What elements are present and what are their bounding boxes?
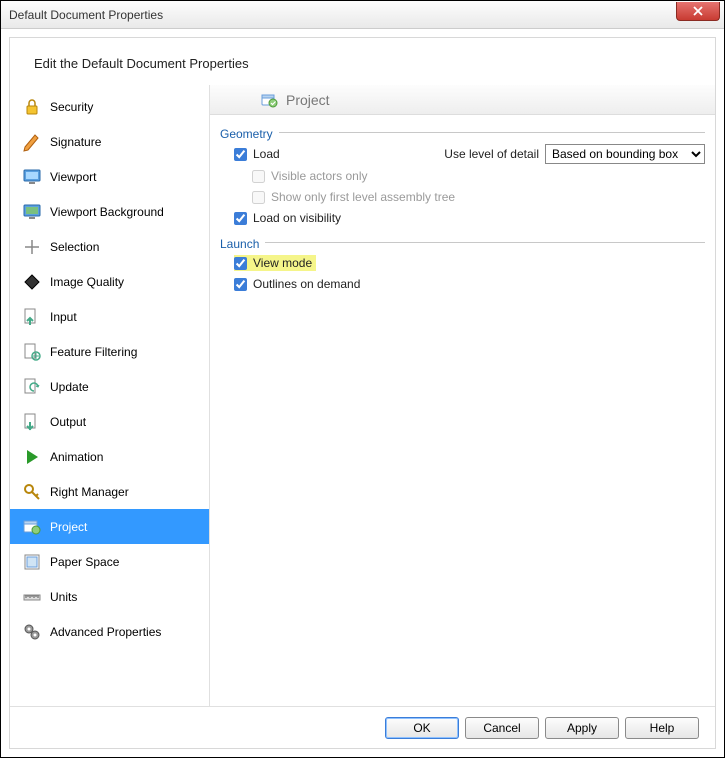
label-load-visibility: Load on visibility xyxy=(253,211,341,225)
sidebar-item-label: Viewport Background xyxy=(50,205,164,219)
sidebar-item-label: Output xyxy=(50,415,86,429)
close-icon xyxy=(693,6,703,16)
label-first-level: Show only first level assembly tree xyxy=(271,190,455,204)
ruler-icon xyxy=(22,587,42,607)
group-geometry: Geometry xyxy=(220,123,705,141)
apply-button[interactable]: Apply xyxy=(545,717,619,739)
pen-icon xyxy=(22,132,42,152)
ok-button[interactable]: OK xyxy=(385,717,459,739)
footer: OK Cancel Apply Help xyxy=(10,706,715,748)
project-icon xyxy=(22,517,42,537)
label-view-mode: View mode xyxy=(253,256,312,270)
checkbox-load-visibility[interactable] xyxy=(234,212,247,225)
sidebar-item-feature-filtering[interactable]: Feature Filtering xyxy=(10,334,209,369)
checkbox-outlines[interactable] xyxy=(234,278,247,291)
sidebar-item-label: Feature Filtering xyxy=(50,345,137,359)
play-icon xyxy=(22,447,42,467)
checkbox-view-mode[interactable] xyxy=(234,257,247,270)
sidebar-item-viewport-background[interactable]: Viewport Background xyxy=(10,194,209,229)
diamond-icon xyxy=(22,272,42,292)
cancel-button[interactable]: Cancel xyxy=(465,717,539,739)
sidebar-item-label: Security xyxy=(50,100,93,114)
sidebar-item-label: Units xyxy=(50,590,77,604)
sidebar-item-advanced-properties[interactable]: Advanced Properties xyxy=(10,614,209,649)
lock-icon xyxy=(22,97,42,117)
sidebar-item-units[interactable]: Units xyxy=(10,579,209,614)
checkbox-visible-only xyxy=(252,170,265,183)
label-load: Load xyxy=(253,147,280,161)
help-button[interactable]: Help xyxy=(625,717,699,739)
sidebar-item-label: Signature xyxy=(50,135,101,149)
checkbox-load[interactable] xyxy=(234,148,247,161)
sidebar-item-image-quality[interactable]: Image Quality xyxy=(10,264,209,299)
label-outlines: Outlines on demand xyxy=(253,277,360,291)
sidebar-item-label: Selection xyxy=(50,240,99,254)
sidebar-item-label: Input xyxy=(50,310,77,324)
checkbox-first-level xyxy=(252,191,265,204)
sidebar-item-selection[interactable]: Selection xyxy=(10,229,209,264)
sidebar-item-right-manager[interactable]: Right Manager xyxy=(10,474,209,509)
sidebar-item-paper-space[interactable]: Paper Space xyxy=(10,544,209,579)
page-heading: Edit the Default Document Properties xyxy=(10,38,715,85)
label-visible-only: Visible actors only xyxy=(271,169,368,183)
sidebar-item-label: Paper Space xyxy=(50,555,119,569)
sidebar-item-label: Viewport xyxy=(50,170,96,184)
monitor-bg-icon xyxy=(22,202,42,222)
sidebar-item-label: Animation xyxy=(50,450,103,464)
sidebar-item-input[interactable]: Input xyxy=(10,299,209,334)
sidebar-item-update[interactable]: Update xyxy=(10,369,209,404)
sidebar-item-signature[interactable]: Signature xyxy=(10,124,209,159)
sidebar-item-output[interactable]: Output xyxy=(10,404,209,439)
titlebar: Default Document Properties xyxy=(1,1,724,29)
sidebar-item-label: Right Manager xyxy=(50,485,129,499)
sidebar-item-label: Image Quality xyxy=(50,275,124,289)
sidebar-item-label: Advanced Properties xyxy=(50,625,161,639)
group-launch: Launch xyxy=(220,233,705,251)
gears-icon xyxy=(22,622,42,642)
output-icon xyxy=(22,412,42,432)
update-icon xyxy=(22,377,42,397)
panel-title: Project xyxy=(286,92,330,108)
sidebar: Security Signature Viewport Viewport Backgr… xyxy=(10,85,210,706)
plus-icon xyxy=(22,237,42,257)
window-title: Default Document Properties xyxy=(9,8,163,22)
sidebar-item-project[interactable]: Project xyxy=(10,509,209,544)
paper-icon xyxy=(22,552,42,572)
panel-header: Project xyxy=(210,85,715,115)
project-icon xyxy=(260,91,278,109)
sidebar-item-label: Update xyxy=(50,380,89,394)
panel: Project Geometry Load Use level of detai… xyxy=(210,85,715,706)
label-detail: Use level of detail xyxy=(444,147,539,161)
sidebar-item-viewport[interactable]: Viewport xyxy=(10,159,209,194)
sidebar-item-security[interactable]: Security xyxy=(10,89,209,124)
highlight-view-mode: View mode xyxy=(234,255,316,271)
sidebar-item-animation[interactable]: Animation xyxy=(10,439,209,474)
sidebar-item-label: Project xyxy=(50,520,87,534)
monitor-icon xyxy=(22,167,42,187)
select-detail[interactable]: Based on bounding box xyxy=(545,144,705,164)
close-button[interactable] xyxy=(676,2,720,21)
filter-icon xyxy=(22,342,42,362)
input-icon xyxy=(22,307,42,327)
key-icon xyxy=(22,482,42,502)
